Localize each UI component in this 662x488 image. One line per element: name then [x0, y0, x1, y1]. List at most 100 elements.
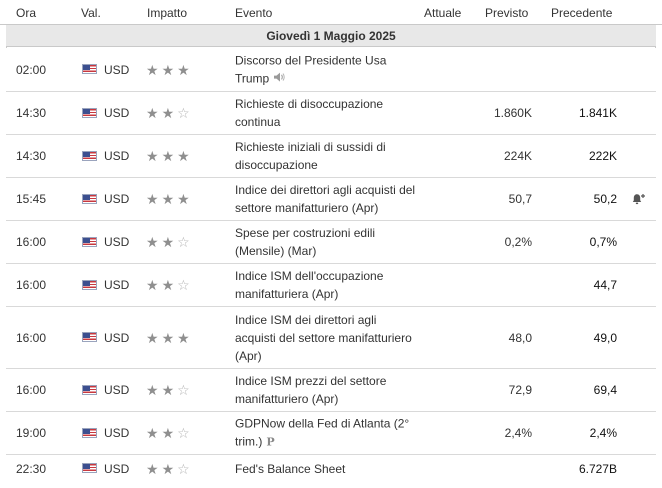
event-time: 16:00: [16, 330, 47, 345]
currency-code: USD: [104, 278, 130, 292]
event-cell: Indice dei direttori agli acquisti del s…: [235, 178, 420, 220]
event-title-wrap: Indice ISM prezzi del settore manifattur…: [235, 372, 420, 408]
event-time: 02:00: [16, 62, 47, 77]
event-time: 22:30: [16, 461, 47, 476]
forecast-value: 72,9: [508, 383, 532, 397]
previous-value: 44,7: [593, 278, 617, 292]
bell-plus-icon[interactable]: [632, 178, 646, 220]
us-flag-icon: [82, 462, 97, 473]
flag-canton: [83, 108, 90, 114]
event-cell: Indice ISM dei direttori agli acquisti d…: [235, 307, 420, 368]
column-header-row: Ora Val. Impatto Evento Attuale Previsto…: [0, 0, 662, 25]
flag-canton: [83, 194, 90, 200]
currency-code: USD: [104, 330, 130, 345]
flag-canton: [83, 428, 90, 434]
event-title-wrap: Discorso del Presidente Usa Trump: [235, 51, 420, 88]
table-row[interactable]: 02:00 USD ★ ★ ★ Discorso del Presidente Usa T…: [6, 48, 656, 92]
us-flag-icon: [82, 279, 97, 290]
event-time: 14:30: [16, 149, 47, 163]
impact-rating: ★ ★ ☆: [146, 369, 190, 411]
currency-code: USD: [104, 461, 130, 476]
event-title[interactable]: Richieste iniziali di sussidi di disoccu…: [235, 140, 386, 172]
flag-canton: [83, 463, 90, 469]
star-empty-icon: ☆: [177, 277, 190, 293]
impact-rating: ★ ★ ★: [146, 307, 190, 368]
table-row[interactable]: 16:00 USD ★ ★ ★ Indice ISM dei direttori agli…: [6, 307, 656, 369]
column-ora[interactable]: Ora: [16, 6, 36, 20]
previous-value: 222K: [588, 149, 617, 163]
star-empty-icon: ☆: [177, 105, 190, 121]
star-filled-icon: ★: [161, 382, 175, 398]
star-filled-icon: ★: [161, 105, 175, 121]
star-empty-icon: ☆: [177, 425, 190, 441]
star-filled-icon: ★: [146, 460, 159, 477]
event-title[interactable]: Indice ISM dell'occupazione manifatturie…: [235, 269, 383, 301]
event-title-wrap: GDPNow della Fed di Atlanta (2° trim.) P: [235, 415, 420, 452]
star-filled-icon: ★: [146, 105, 159, 121]
event-title[interactable]: Indice ISM prezzi del settore manifattur…: [235, 374, 386, 406]
event-time: 19:00: [16, 426, 47, 440]
previous-value: 50,2: [593, 192, 617, 206]
column-impatto[interactable]: Impatto: [147, 6, 187, 20]
event-cell: Fed's Balance Sheet: [235, 455, 420, 482]
event-time: 16:00: [16, 278, 47, 292]
event-time: 16:00: [16, 235, 47, 249]
forecast-value: 50,7: [508, 192, 532, 206]
table-row[interactable]: 14:30 USD ★ ★ ★ Richieste iniziali di sussidi…: [6, 135, 656, 178]
table-row[interactable]: 15:45 USD ★ ★ ★ Indice dei direttori agli acq…: [6, 178, 656, 221]
forecast-value: 1.860K: [493, 106, 532, 120]
event-cell: Spese per costruzioni edili (Mensile) (M…: [235, 221, 420, 263]
table-row[interactable]: 16:00 USD ★ ★ ☆ Indice ISM dell'occupazione m…: [6, 264, 656, 307]
currency-code: USD: [104, 426, 130, 440]
previous-value: 6.727B: [578, 461, 617, 476]
star-filled-icon: ★: [146, 148, 159, 164]
impact-rating: ★ ★ ★: [146, 135, 190, 177]
impact-rating: ★ ★ ☆: [146, 264, 190, 306]
star-empty-icon: ☆: [177, 460, 190, 477]
column-attuale[interactable]: Attuale: [424, 6, 461, 20]
column-previsto[interactable]: Previsto: [485, 6, 528, 20]
event-title-wrap: Richieste iniziali di sussidi di disoccu…: [235, 138, 420, 174]
event-cell: Richieste iniziali di sussidi di disoccu…: [235, 135, 420, 177]
event-cell: Discorso del Presidente Usa Trump: [235, 48, 420, 91]
event-title[interactable]: Indice ISM dei direttori agli acquisti d…: [235, 313, 412, 363]
impact-rating: ★ ★ ★: [146, 178, 190, 220]
impact-rating: ★ ★ ☆: [146, 455, 190, 482]
event-title[interactable]: Spese per costruzioni edili (Mensile) (M…: [235, 226, 375, 258]
column-precedente[interactable]: Precedente: [551, 6, 612, 20]
forecast-value: 2,4%: [504, 426, 532, 440]
table-row[interactable]: 16:00 USD ★ ★ ☆ Spese per costruzioni edili (…: [6, 221, 656, 264]
previous-value: 0,7%: [589, 235, 617, 249]
date-header: Giovedì 1 Maggio 2025: [6, 25, 656, 47]
impact-rating: ★ ★ ☆: [146, 221, 190, 263]
table-row[interactable]: 16:00 USD ★ ★ ☆ Indice ISM prezzi del settore…: [6, 369, 656, 412]
column-evento[interactable]: Evento: [235, 6, 272, 20]
currency-code: USD: [104, 149, 130, 163]
star-filled-icon: ★: [161, 148, 175, 164]
star-filled-icon: ★: [161, 191, 175, 207]
preliminary-icon: P: [266, 435, 275, 449]
flag-canton: [83, 151, 90, 157]
event-title[interactable]: Indice dei direttori agli acquisti del s…: [235, 183, 415, 215]
impact-rating: ★ ★ ☆: [146, 92, 190, 134]
speaker-icon[interactable]: [273, 70, 285, 88]
table-row[interactable]: 22:30 USD ★ ★ ☆ Fed's Balance Sheet 6.727B: [6, 455, 656, 482]
previous-value: 2,4%: [589, 426, 617, 440]
table-row[interactable]: 14:30 USD ★ ★ ☆ Richieste di disoccupazione c…: [6, 92, 656, 135]
star-filled-icon: ★: [161, 277, 175, 293]
table-row[interactable]: 19:00 USD ★ ★ ☆ GDPNow della Fed di Atlanta (…: [6, 412, 656, 455]
currency-code: USD: [104, 106, 130, 120]
column-val[interactable]: Val.: [81, 6, 101, 20]
previous-value: 49,0: [593, 330, 617, 345]
event-title[interactable]: Fed's Balance Sheet: [235, 462, 345, 476]
star-filled-icon: ★: [177, 191, 190, 207]
us-flag-icon: [82, 107, 97, 118]
star-filled-icon: ★: [146, 234, 159, 250]
economic-calendar: Ora Val. Impatto Evento Attuale Previsto…: [0, 0, 662, 488]
currency-code: USD: [104, 62, 130, 77]
impact-rating: ★ ★ ★: [146, 48, 190, 91]
event-title[interactable]: GDPNow della Fed di Atlanta (2° trim.): [235, 417, 409, 449]
star-filled-icon: ★: [146, 191, 159, 207]
event-title[interactable]: Discorso del Presidente Usa Trump: [235, 53, 386, 85]
event-title[interactable]: Richieste di disoccupazione continua: [235, 97, 383, 129]
